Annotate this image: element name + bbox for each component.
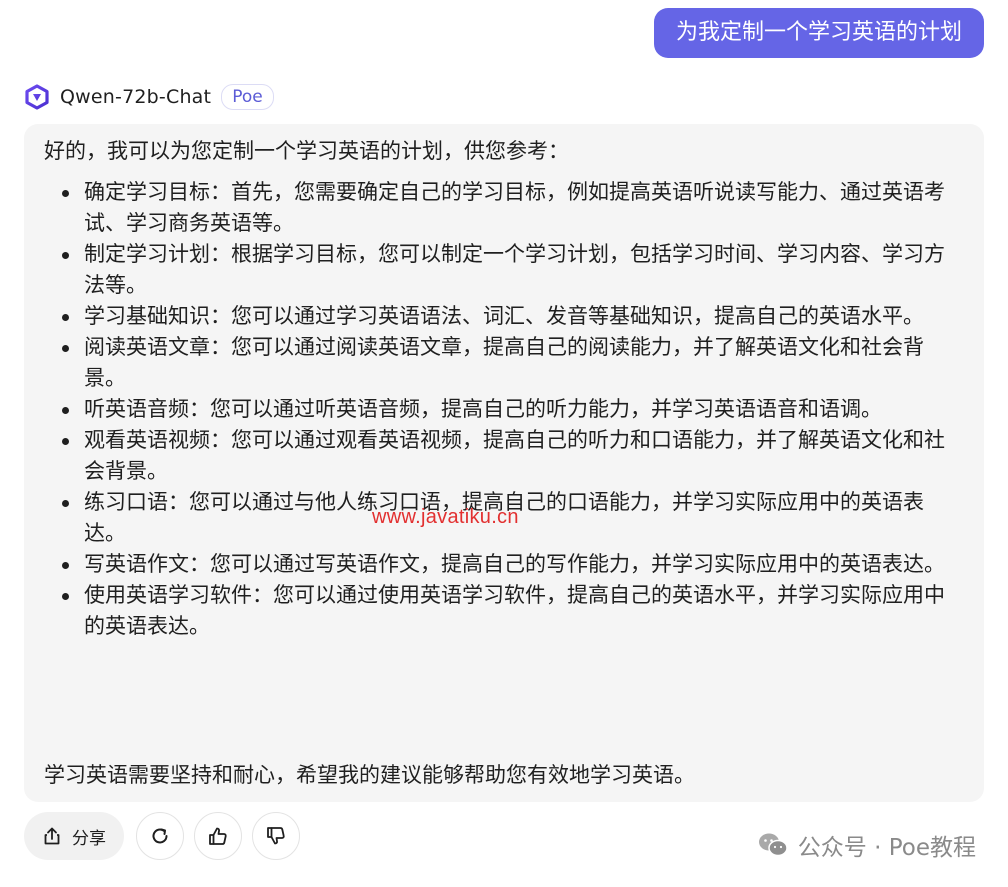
- list-item: 听英语音频：您可以通过听英语音频，提高自己的听力能力，并学习英语语音和语调。: [62, 394, 964, 425]
- thumbs-up-icon: [209, 827, 227, 845]
- share-button[interactable]: 分享: [24, 812, 124, 860]
- refresh-icon: [152, 828, 168, 844]
- bot-platform-badge: Poe: [221, 84, 274, 110]
- list-item: 制定学习计划：根据学习目标，您可以制定一个学习计划，包括学习时间、学习内容、学习…: [62, 239, 964, 301]
- retry-button[interactable]: [136, 812, 184, 860]
- list-item: 观看英语视频：您可以通过观看英语视频，提高自己的听力和口语能力，并了解英语文化和…: [62, 425, 964, 487]
- list-item: 使用英语学习软件：您可以通过使用英语学习软件，提高自己的英语水平，并学习实际应用…: [62, 580, 964, 642]
- wechat-watermark: 公众号 · Poe教程: [758, 828, 976, 862]
- thumbs-down-icon: [267, 827, 285, 845]
- bot-response-card: 好的，我可以为您定制一个学习英语的计划，供您参考： 确定学习目标：首先，您需要确…: [24, 124, 984, 802]
- share-icon: [44, 827, 60, 845]
- bot-name[interactable]: Qwen-72b-Chat: [60, 86, 211, 108]
- user-message-bubble: 为我定制一个学习英语的计划: [653, 8, 984, 58]
- watermark-url: www.javatiku.cn: [372, 506, 519, 528]
- list-item: 确定学习目标：首先，您需要确定自己的学习目标，例如提高英语听说读写能力、通过英语…: [62, 177, 964, 239]
- share-label: 分享: [72, 828, 106, 849]
- plan-list: 确定学习目标：首先，您需要确定自己的学习目标，例如提高英语听说读写能力、通过英语…: [44, 177, 964, 642]
- dislike-button[interactable]: [252, 812, 300, 860]
- message-actions: 分享: [24, 812, 300, 860]
- wechat-icon: [758, 833, 788, 857]
- list-item: 写英语作文：您可以通过写英语作文，提高自己的写作能力，并学习实际应用中的英语表达…: [62, 549, 964, 580]
- bot-header: Qwen-72b-Chat Poe: [24, 83, 274, 111]
- list-item: 阅读英语文章：您可以通过阅读英语文章，提高自己的阅读能力，并了解英语文化和社会背…: [62, 332, 964, 394]
- qwen-logo-icon[interactable]: [24, 84, 50, 110]
- response-intro: 好的，我可以为您定制一个学习英语的计划，供您参考：: [44, 139, 569, 163]
- wechat-watermark-text: 公众号 · Poe教程: [797, 835, 976, 861]
- list-item: 学习基础知识：您可以通过学习英语语法、词汇、发音等基础知识，提高自己的英语水平。: [62, 301, 964, 332]
- like-button[interactable]: [194, 812, 242, 860]
- list-item: 练习口语：您可以通过与他人练习口语，提高自己的口语能力，并学习实际应用中的英语表…: [62, 487, 964, 549]
- response-closing: 学习英语需要坚持和耐心，希望我的建议能够帮助您有效地学习英语。: [44, 763, 695, 787]
